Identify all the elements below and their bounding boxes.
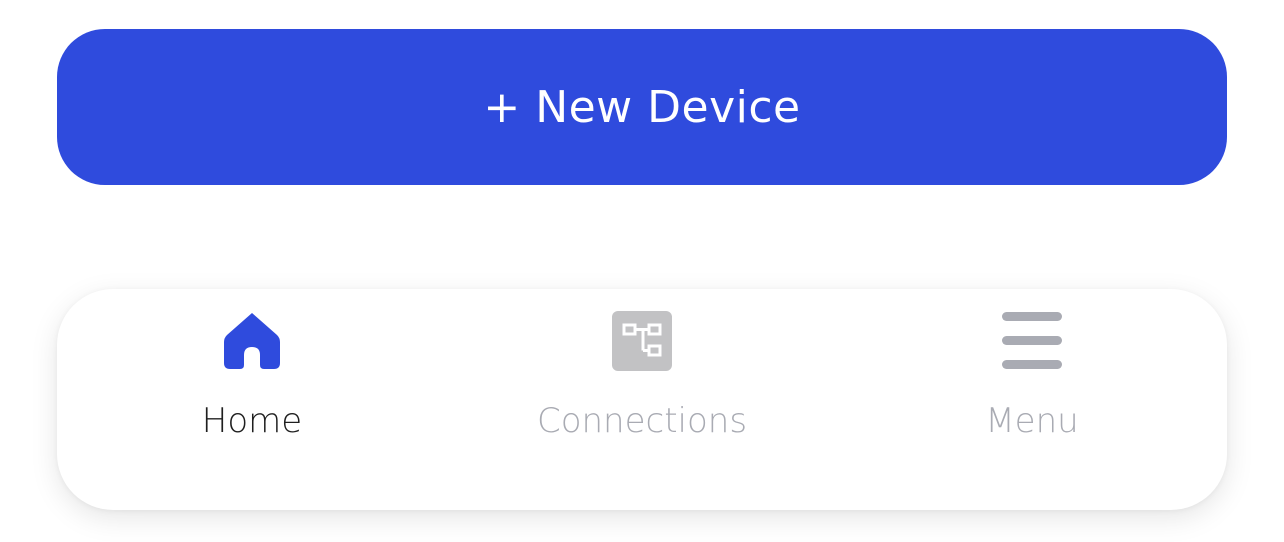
tab-home[interactable]: Home bbox=[57, 289, 447, 510]
new-device-button[interactable]: + New Device bbox=[57, 29, 1227, 185]
home-icon bbox=[222, 311, 282, 371]
menu-icon bbox=[1002, 311, 1062, 371]
tab-menu-label: Menu bbox=[985, 401, 1079, 441]
tab-home-label: Home bbox=[201, 401, 303, 441]
tab-connections[interactable]: Connections bbox=[447, 289, 837, 510]
tab-connections-label: Connections bbox=[536, 401, 748, 441]
bottom-tab-bar: Home Connections Menu bbox=[57, 289, 1227, 510]
tab-menu[interactable]: Menu bbox=[837, 289, 1227, 510]
app-screen: + New Device Home Connections Menu bbox=[0, 0, 1284, 542]
connections-icon bbox=[612, 311, 672, 371]
